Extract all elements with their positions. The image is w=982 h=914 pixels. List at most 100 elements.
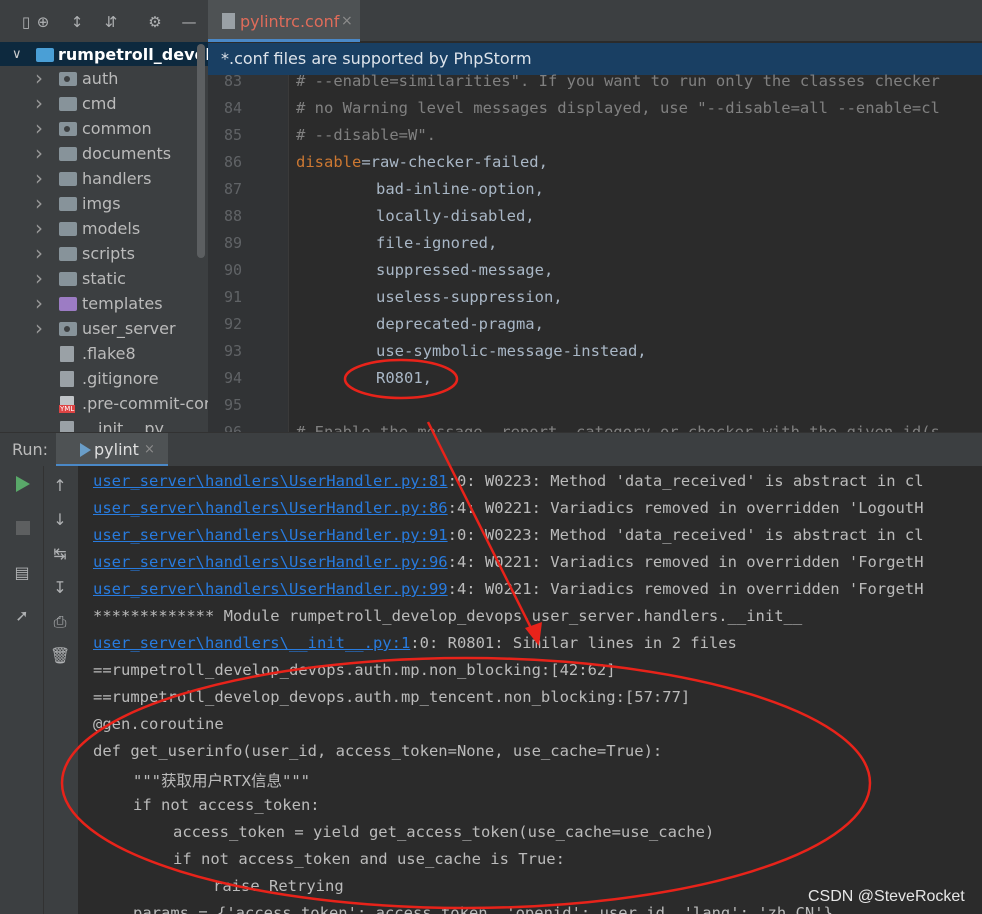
tree-item-label: .gitignore (82, 369, 159, 388)
console-line: user_server\handlers\UserHandler.py:99:4… (93, 580, 924, 598)
run-console[interactable]: user_server\handlers\UserHandler.py:81:0… (78, 466, 982, 914)
folder-icon (59, 172, 77, 186)
code-line: file-ignored, (376, 234, 498, 252)
package-icon (59, 72, 77, 86)
console-file-link[interactable]: user_server\handlers\UserHandler.py:99 (93, 580, 448, 598)
hide-icon[interactable]: — (181, 14, 197, 30)
line-number: 87 (223, 180, 242, 198)
chevron-right-icon[interactable]: › (35, 216, 47, 241)
project-tool-window: ▯ ⊕ ↕ ⇵ ⚙ — ∨ rumpetroll_develo › auth › cm… (0, 0, 208, 432)
chevron-right-icon[interactable]: › (35, 191, 47, 216)
chevron-right-icon[interactable]: › (35, 141, 47, 166)
console-file-link[interactable]: user_server\handlers\UserHandler.py:81 (93, 472, 448, 490)
chevron-right-icon[interactable]: › (35, 241, 47, 266)
console-text: :4: W0221: Variadics removed in overridd… (447, 499, 924, 517)
console-line: access_token = yield get_access_token(us… (173, 823, 714, 841)
tree-item[interactable]: __init__.py (0, 416, 208, 432)
console-text: :0: R0801: Similar lines in 2 files (410, 634, 737, 652)
chevron-right-icon[interactable]: › (35, 116, 47, 141)
tree-item[interactable]: › auth (0, 66, 208, 91)
chevron-right-icon[interactable]: › (35, 266, 47, 291)
folder-icon (59, 297, 77, 311)
console-text: :0: W0223: Method 'data_received' is abs… (447, 472, 924, 490)
arrow-down-icon[interactable]: ↓ (50, 510, 70, 530)
console-text: @gen.coroutine (93, 715, 224, 733)
console-line: user_server\handlers\UserHandler.py:86:4… (93, 499, 924, 517)
console-file-link[interactable]: user_server\handlers\UserHandler.py:86 (93, 499, 448, 517)
collapse-all-icon[interactable]: ⇵ (103, 14, 119, 30)
console-text: if not access_token: (133, 796, 320, 814)
code-line: R0801, (376, 369, 432, 387)
tab-pylintrc-conf[interactable]: pylintrc.conf × (208, 0, 360, 42)
tree-item[interactable]: › handlers (0, 166, 208, 191)
console-file-link[interactable]: user_server\handlers\UserHandler.py:91 (93, 526, 448, 544)
run-tab-pylint[interactable]: pylint × (56, 433, 168, 467)
chevron-right-icon[interactable]: › (35, 66, 47, 91)
line-number: 84 (223, 99, 242, 117)
pin-icon[interactable]: ➚ (12, 606, 32, 626)
tree-item[interactable]: › user_server (0, 316, 208, 341)
line-number: 95 (223, 396, 242, 414)
line-number: 90 (223, 261, 242, 279)
code-line: use-symbolic-message-instead, (376, 342, 647, 360)
tree-item-label: imgs (82, 194, 121, 213)
tree-item[interactable]: › models (0, 216, 208, 241)
chevron-right-icon[interactable]: › (35, 291, 47, 316)
tree-root[interactable]: ∨ rumpetroll_develo (0, 42, 208, 66)
print-icon[interactable]: ⎙ (50, 612, 70, 632)
chevron-right-icon[interactable]: › (35, 166, 47, 191)
console-text: ==rumpetroll_develop_devops.auth.mp_tenc… (93, 688, 691, 706)
stop-icon[interactable] (16, 521, 30, 535)
chevron-down-icon[interactable]: ∨ (12, 42, 24, 67)
tree-item[interactable]: › common (0, 116, 208, 141)
close-icon[interactable]: × (341, 13, 353, 29)
tree-item[interactable]: .flake8 (0, 341, 208, 366)
tree-item[interactable]: › static (0, 266, 208, 291)
project-toolbar: ▯ ⊕ ↕ ⇵ ⚙ — (0, 0, 208, 42)
expand-all-icon[interactable]: ↕ (69, 14, 85, 30)
soft-wrap-icon[interactable]: ↹ (50, 544, 70, 564)
line-number: 94 (223, 369, 242, 387)
console-text: :4: W0221: Variadics removed in overridd… (447, 580, 924, 598)
console-text: raise Retrying (213, 877, 344, 895)
tree-item[interactable]: › documents (0, 141, 208, 166)
tree-item-label: user_server (82, 319, 176, 338)
tree-item[interactable]: › cmd (0, 91, 208, 116)
tree-item[interactable]: › imgs (0, 191, 208, 216)
locate-icon[interactable]: ⊕ (35, 14, 51, 30)
console-line: ************* Module rumpetroll_develop_… (93, 607, 802, 625)
package-icon (59, 122, 77, 136)
project-scrollbar[interactable] (197, 44, 205, 258)
tree-item-label: auth (82, 69, 119, 88)
run-tool-header: Run: pylint × (0, 432, 982, 467)
project-panel-icon[interactable]: ▯ (18, 14, 34, 30)
editor-tab-bar: pylintrc.conf × (208, 0, 982, 42)
watermark: CSDN @SteveRocket (808, 888, 965, 905)
console-file-link[interactable]: user_server\handlers\UserHandler.py:96 (93, 553, 448, 571)
layout-icon[interactable]: ▤ (12, 563, 32, 583)
console-text: ==rumpetroll_develop_devops.auth.mp.non_… (93, 661, 616, 679)
rerun-icon[interactable] (16, 476, 30, 492)
run-toolbar-secondary (44, 466, 78, 914)
tree-item[interactable]: › scripts (0, 241, 208, 266)
arrow-up-icon[interactable]: ↑ (50, 476, 70, 496)
chevron-right-icon[interactable]: › (35, 91, 47, 116)
chevron-right-icon[interactable]: › (35, 316, 47, 341)
line-number: 93 (223, 342, 242, 360)
console-text: params = {'access_token': access_token, … (133, 904, 833, 914)
close-icon[interactable]: × (144, 442, 155, 457)
folder-icon (59, 222, 77, 236)
folder-icon (59, 272, 77, 286)
tree-item-label: common (82, 119, 152, 138)
trash-icon[interactable]: 🗑 (50, 646, 70, 666)
tree-item[interactable]: .pre-commit-cor (0, 391, 208, 416)
console-file-link[interactable]: user_server\handlers\__init__.py:1 (93, 634, 410, 652)
package-dot (64, 126, 70, 132)
scroll-to-end-icon[interactable]: ↧ (50, 578, 70, 598)
code-line: locally-disabled, (376, 207, 535, 225)
tree-item[interactable]: .gitignore (0, 366, 208, 391)
tree-item[interactable]: › templates (0, 291, 208, 316)
gear-icon[interactable]: ⚙ (147, 14, 163, 30)
code-line: # no Warning level messages displayed, u… (296, 99, 940, 117)
console-text: access_token = yield get_access_token(us… (173, 823, 715, 841)
